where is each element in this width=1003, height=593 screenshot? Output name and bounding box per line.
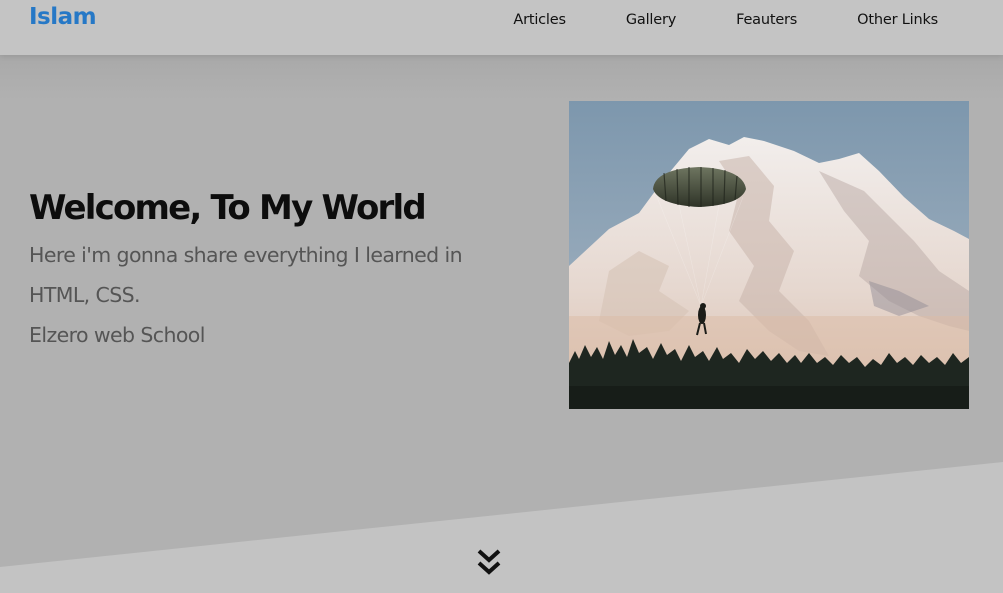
nav-link-feauters[interactable]: Feauters — [706, 0, 827, 40]
landing-section: Welcome, To My World Here i'm gonna shar… — [0, 55, 1003, 593]
parachute-mountain-image — [569, 101, 969, 409]
description-line: Elzero web School — [29, 323, 205, 347]
main-nav: Articles Gallery Feauters Other Links — [483, 0, 1003, 55]
nav-link-gallery[interactable]: Gallery — [596, 0, 706, 40]
nav-link-other-links[interactable]: Other Links — [827, 0, 1003, 40]
landing-title: Welcome, To My World — [29, 188, 427, 228]
landing-description: Here i'm gonna share everything I learne… — [29, 235, 489, 355]
landing-shade — [0, 55, 1003, 100]
go-down-button[interactable] — [476, 548, 502, 578]
landing-image — [569, 101, 969, 409]
description-line: HTML, CSS. — [29, 283, 141, 307]
logo[interactable]: Islam — [29, 4, 97, 30]
description-line: Here i'm gonna share everything I learne… — [29, 243, 463, 267]
landing-text: Welcome, To My World Here i'm gonna shar… — [29, 185, 509, 355]
nav-link-articles[interactable]: Articles — [483, 0, 595, 40]
chevrons-down-icon — [477, 549, 501, 575]
site-header: Islam Articles Gallery Feauters Other Li… — [0, 0, 1003, 55]
